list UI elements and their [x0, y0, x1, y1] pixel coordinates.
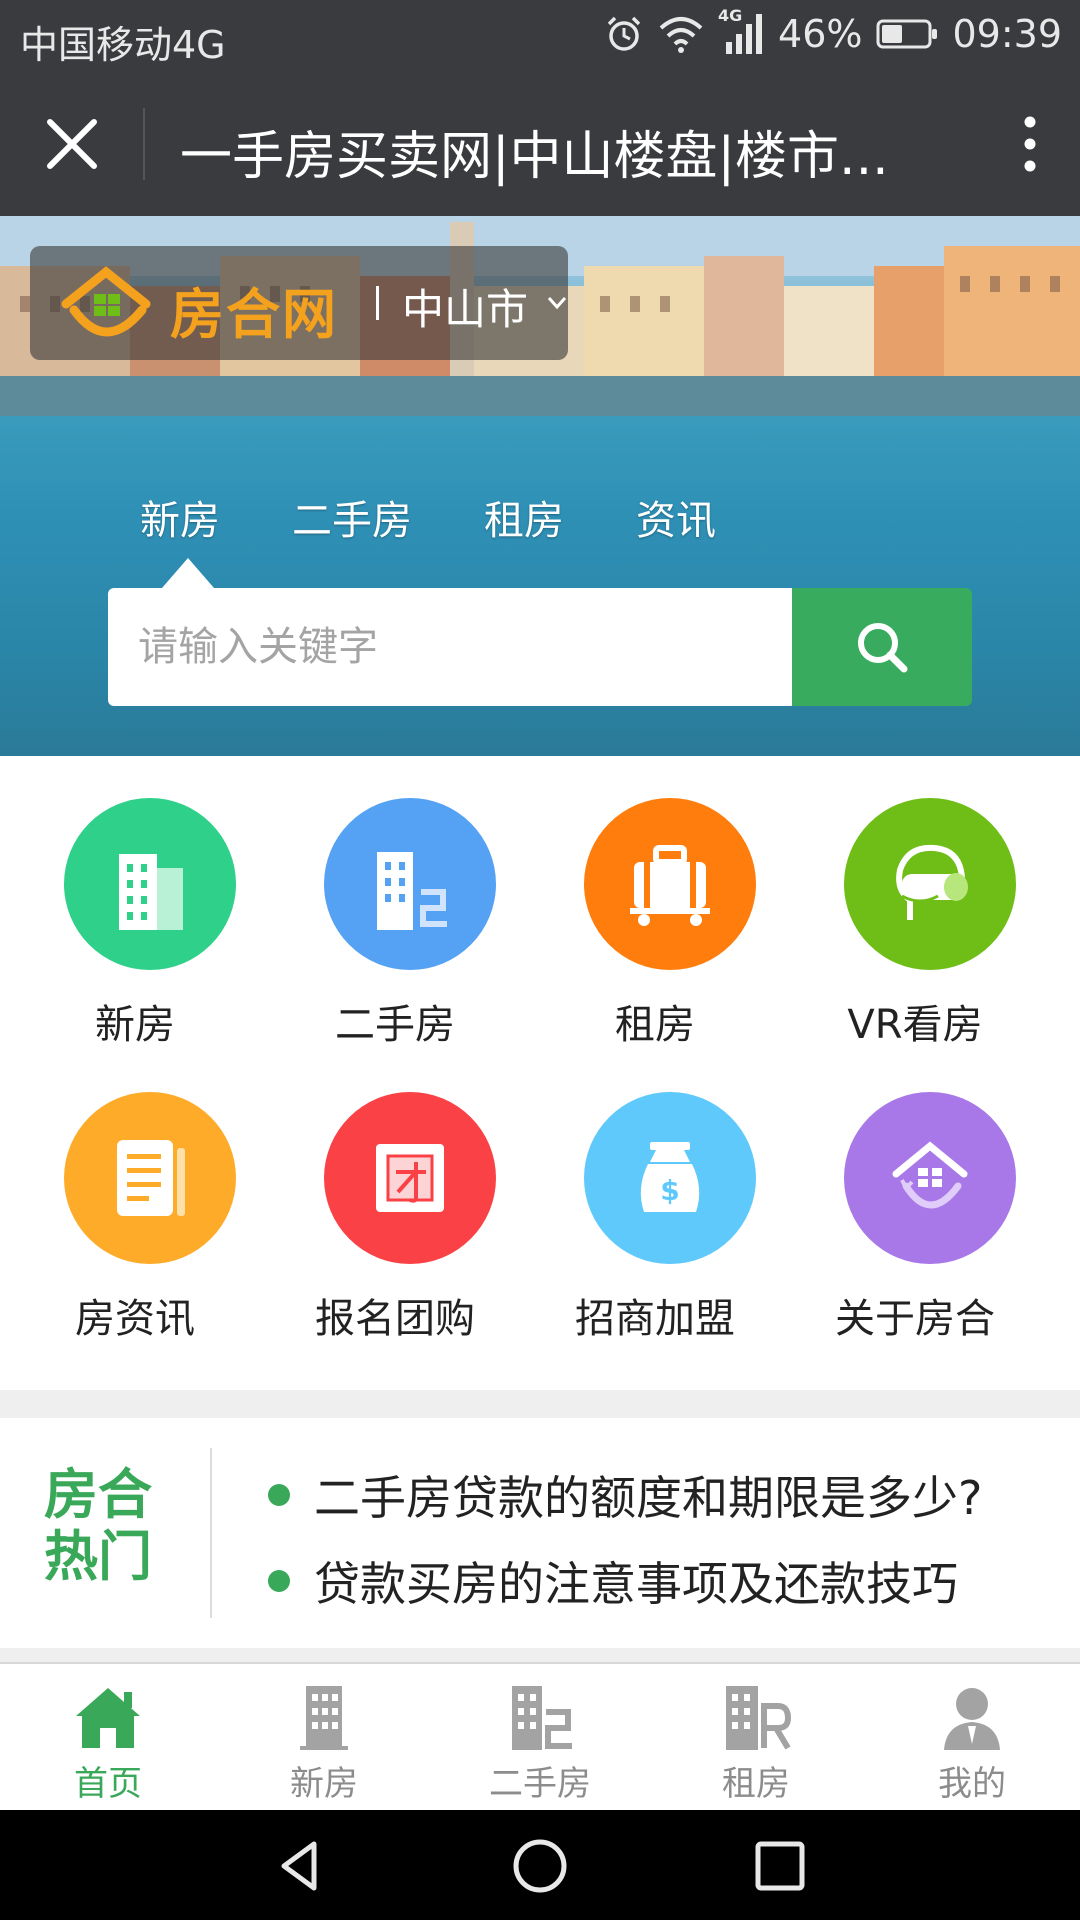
wifi-icon — [658, 14, 704, 54]
grid-item-new-house[interactable]: 新房 — [0, 756, 270, 1048]
svg-text:$: $ — [660, 1174, 679, 1207]
title-bar: 一手房买卖网|中山楼盘|楼市... — [0, 72, 1080, 216]
user-icon — [944, 1688, 1000, 1750]
tab-rent[interactable]: 租房 — [484, 488, 564, 546]
tabbar-item-home[interactable]: 首页 — [0, 1664, 216, 1810]
grid-label: 租房 — [615, 1002, 695, 1048]
grid-item-rent[interactable]: 租房 — [520, 756, 790, 1048]
hot-badge: 房合热门 — [44, 1463, 152, 1588]
home-circle-icon[interactable] — [510, 1836, 570, 1896]
recents-icon[interactable] — [750, 1836, 810, 1896]
tabbar-item-new-house[interactable]: 新房 — [216, 1664, 432, 1810]
money-bag-icon: $ — [584, 1092, 756, 1264]
brand-name: 房合网 — [170, 283, 338, 346]
suitcase-icon — [584, 798, 756, 970]
group-buy-icon — [324, 1092, 496, 1264]
bottom-tab-bar: 首页 新房 二手房 租房 我的 — [0, 1662, 1080, 1810]
hot-divider — [210, 1448, 212, 1618]
hot-news-section: 房合热门 二手房贷款的额度和期限是多少? 贷款买房的注意事项及还款技巧 — [0, 1418, 1080, 1648]
grid-item-franchise[interactable]: $ 招商加盟 — [520, 1050, 790, 1342]
tabbar-item-second-hand[interactable]: 二手房 — [432, 1664, 648, 1810]
search-input[interactable] — [108, 588, 792, 706]
tabbar-label: 租房 — [722, 1764, 790, 1804]
section-divider — [0, 1390, 1080, 1418]
second-hand-building-icon — [324, 798, 496, 970]
grid-item-group-buy[interactable]: 报名团购 — [260, 1050, 530, 1342]
grid-item-second-hand[interactable]: 二手房 — [260, 756, 530, 1048]
search-icon — [858, 623, 908, 673]
title-divider — [143, 108, 145, 180]
more-vertical-icon — [1024, 116, 1036, 172]
grid-label: 二手房 — [335, 1002, 455, 1048]
close-icon — [47, 119, 97, 169]
hero-banner: 房合网 中山市 新房 二手房 租房 资讯 — [0, 216, 1080, 756]
house-icon — [844, 1092, 1016, 1264]
active-tab-pointer — [162, 558, 214, 588]
grid-label: 报名团购 — [315, 1296, 475, 1342]
tabbar-item-rent[interactable]: 租房 — [648, 1664, 864, 1810]
tabbar-item-mine[interactable]: 我的 — [864, 1664, 1080, 1810]
battery-percent: 46% — [778, 12, 863, 56]
hot-news-title: 贷款买房的注意事项及还款技巧 — [314, 1557, 958, 1611]
grid-label: 招商加盟 — [575, 1296, 735, 1342]
search-button[interactable] — [792, 588, 972, 706]
home-icon — [76, 1688, 140, 1748]
clock: 09:39 — [952, 12, 1062, 56]
carrier-label: 中国移动4G — [20, 23, 226, 67]
grid-item-vr[interactable]: VR看房 — [780, 756, 1050, 1048]
second-hand-building-icon — [512, 1686, 572, 1750]
close-button[interactable] — [40, 112, 104, 176]
grid-label: 关于房合 — [835, 1296, 995, 1342]
search-tabs: 新房 二手房 租房 资讯 — [140, 488, 716, 546]
search-bar — [108, 588, 972, 706]
tabbar-label: 首页 — [74, 1764, 142, 1804]
bullet-dot — [268, 1570, 290, 1592]
grid-label: VR看房 — [847, 1002, 983, 1048]
feature-grid: 新房 二手房 租房 VR看房 房资讯 报名团购 $ 招商加盟 关于房合 — [0, 756, 1080, 1392]
tabbar-label: 我的 — [938, 1764, 1006, 1804]
rent-building-icon — [726, 1686, 792, 1750]
grid-label: 房资讯 — [75, 1296, 195, 1342]
page-title: 一手房买卖网|中山楼盘|楼市... — [180, 127, 889, 187]
system-nav-bar — [0, 1810, 1080, 1920]
alarm-icon — [604, 14, 644, 54]
tab-news[interactable]: 资讯 — [636, 488, 716, 546]
hot-news-item[interactable]: 二手房贷款的额度和期限是多少? — [268, 1462, 982, 1528]
more-menu-button[interactable] — [1018, 112, 1042, 176]
document-icon — [64, 1092, 236, 1264]
building-icon — [64, 798, 236, 970]
tabbar-label: 新房 — [290, 1764, 358, 1804]
brand-city-bar: 房合网 中山市 — [30, 246, 568, 360]
vr-headset-icon — [844, 798, 1016, 970]
status-bar: 中国移动4G 4G 46% 09:39 — [0, 0, 1080, 72]
bullet-dot — [268, 1484, 290, 1506]
brand-separator — [376, 286, 379, 320]
chevron-down-icon[interactable] — [546, 294, 568, 312]
grid-item-about[interactable]: 关于房合 — [780, 1050, 1050, 1342]
city-selector[interactable]: 中山市 — [402, 276, 528, 337]
brand-logo-icon — [61, 266, 151, 337]
hot-news-item[interactable]: 贷款买房的注意事项及还款技巧 — [268, 1548, 958, 1614]
building-icon — [300, 1686, 348, 1750]
grid-label: 新房 — [95, 1002, 175, 1048]
hot-news-title: 二手房贷款的额度和期限是多少? — [314, 1471, 983, 1525]
tab-new-house[interactable]: 新房 — [140, 488, 220, 546]
tab-second-hand[interactable]: 二手房 — [292, 488, 412, 546]
tabbar-label: 二手房 — [489, 1764, 591, 1804]
network-badge: 4G — [718, 6, 743, 25]
back-icon[interactable] — [270, 1836, 330, 1896]
cell-signal-icon: 4G — [718, 6, 764, 56]
battery-icon — [876, 18, 938, 50]
grid-item-news[interactable]: 房资讯 — [0, 1050, 270, 1342]
